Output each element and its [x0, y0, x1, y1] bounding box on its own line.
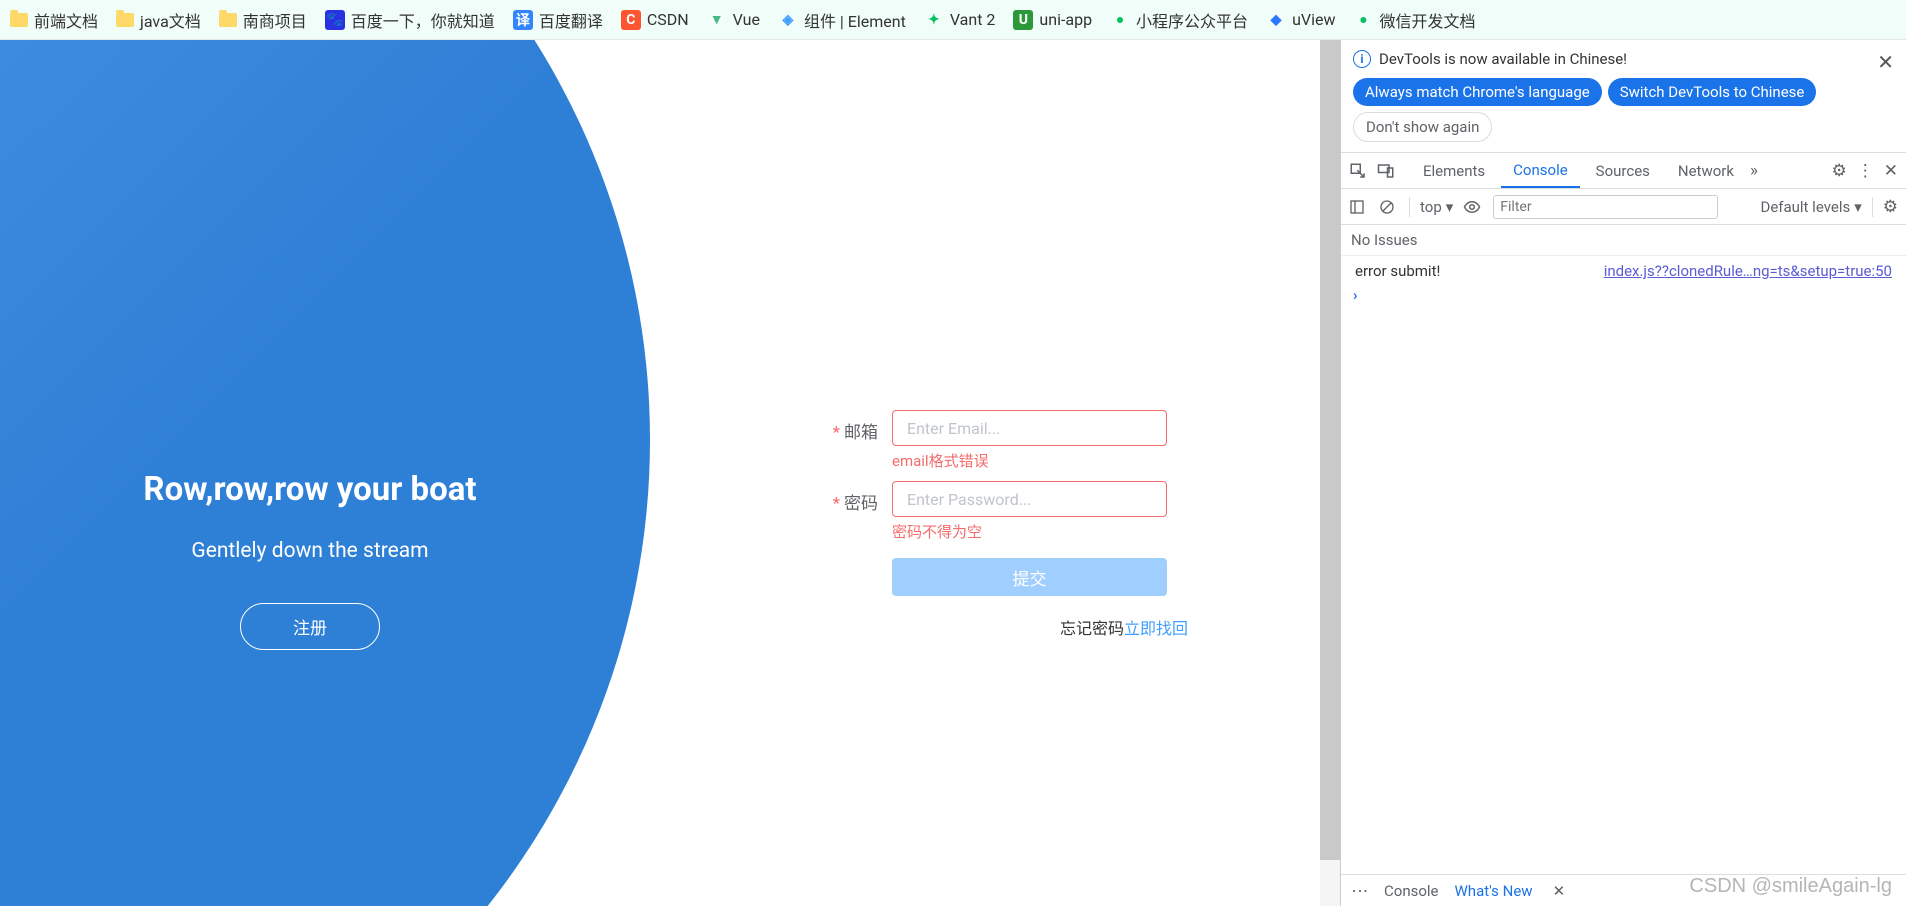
bookmark-csdn[interactable]: C CSDN [621, 10, 689, 30]
bookmark-label: 组件 | Element [804, 8, 906, 32]
dont-show-button[interactable]: Don't show again [1353, 112, 1492, 142]
element-icon: ◈ [778, 10, 798, 30]
submit-button[interactable]: 提交 [892, 558, 1167, 596]
forgot-password-row: 忘记密码立即找回 [1060, 615, 1188, 639]
bookmark-label: java文档 [140, 8, 201, 32]
uniapp-icon: U [1013, 10, 1033, 30]
info-icon: i [1353, 50, 1371, 68]
context-selector[interactable]: top▾ [1420, 198, 1453, 216]
bookmark-label: Vant 2 [950, 10, 996, 29]
scrollbar-thumb[interactable] [1320, 40, 1340, 860]
filter-input[interactable] [1493, 195, 1718, 219]
bookmark-vant[interactable]: ✦ Vant 2 [924, 10, 996, 30]
password-label: *密码 [820, 481, 892, 514]
folder-icon [219, 13, 237, 27]
console-prompt[interactable]: › [1341, 282, 1906, 308]
bookmark-label: uni-app [1039, 10, 1092, 29]
bookmark-java[interactable]: java文档 [116, 8, 201, 32]
kebab-icon[interactable]: ⋮ [1857, 161, 1874, 181]
bookmark-uniapp[interactable]: Uuni-app [1013, 10, 1092, 30]
bookmark-wechat-doc[interactable]: ● 微信开发文档 [1353, 8, 1475, 32]
bookmark-label: uView [1292, 10, 1335, 29]
devtools-tabs: Elements Console Sources Network » ⚙ ⋮ ✕ [1341, 153, 1906, 189]
wechat-icon: ● [1110, 10, 1130, 30]
bookmark-label: 微信开发文档 [1379, 8, 1475, 32]
hero-subtitle: Gentlely down the stream [0, 539, 620, 563]
password-error: 密码不得为空 [892, 521, 1190, 542]
tab-console[interactable]: Console [1501, 153, 1580, 188]
email-error: email格式错误 [892, 450, 1190, 471]
bookmark-label: 百度一下，你就知道 [351, 8, 495, 32]
drawer-tab-whatsnew[interactable]: What's New [1455, 882, 1533, 900]
bookmark-label: 前端文档 [34, 8, 98, 32]
csdn-icon: C [621, 10, 641, 30]
clear-console-icon[interactable] [1379, 199, 1399, 215]
bookmark-baidu[interactable]: 🐾 百度一下，你就知道 [325, 8, 495, 32]
login-form: *邮箱 email格式错误 *密码 密码不得为空 提交 [820, 410, 1190, 600]
tab-sources[interactable]: Sources [1584, 153, 1662, 188]
email-label: *邮箱 [820, 410, 892, 443]
inspect-icon[interactable] [1349, 162, 1369, 180]
left-panel: Row,row,row your boat Gentlely down the … [0, 40, 660, 906]
bookmark-bar: 前端文档 java文档 南商项目 🐾百度一下，你就知道 译百度翻译 CCSDN … [0, 0, 1906, 40]
recover-link[interactable]: 立即找回 [1124, 619, 1188, 638]
bookmark-nanshang[interactable]: 南商项目 [219, 8, 307, 32]
log-levels-selector[interactable]: Default levels▾ [1760, 198, 1861, 216]
bookmark-element[interactable]: ◈ 组件 | Element [778, 8, 906, 32]
settings-icon[interactable]: ⚙ [1832, 161, 1847, 181]
bookmark-label: Vue [733, 10, 760, 29]
vue-icon: ▼ [707, 10, 727, 30]
bookmark-vue[interactable]: ▼ Vue [707, 10, 760, 30]
bookmark-label: 南商项目 [243, 8, 307, 32]
tab-elements[interactable]: Elements [1411, 153, 1497, 188]
password-input[interactable] [892, 481, 1167, 517]
banner-text: DevTools is now available in Chinese! [1379, 50, 1627, 68]
close-devtools-icon[interactable]: ✕ [1884, 161, 1898, 181]
always-match-button[interactable]: Always match Chrome's language [1353, 78, 1602, 106]
baidu-icon: 🐾 [325, 10, 345, 30]
bookmark-label: 小程序公众平台 [1136, 8, 1248, 32]
log-entry: error submit! index.js??clonedRule…ng=ts… [1341, 260, 1906, 282]
drawer-tab-console[interactable]: Console [1384, 882, 1439, 900]
drawer-close-icon[interactable]: ✕ [1553, 882, 1566, 900]
folder-icon [116, 13, 134, 27]
tab-network[interactable]: Network [1666, 153, 1746, 188]
bookmark-wechat-mp[interactable]: ● 小程序公众平台 [1110, 8, 1248, 32]
sidebar-toggle-icon[interactable] [1349, 199, 1369, 215]
close-icon[interactable]: ✕ [1877, 50, 1894, 74]
register-button[interactable]: 注册 [240, 603, 380, 650]
bookmark-frontend[interactable]: 前端文档 [10, 8, 98, 32]
console-toolbar: top▾ Default levels▾ ⚙ [1341, 189, 1906, 225]
bookmark-translate[interactable]: 译百度翻译 [513, 8, 603, 32]
forgot-text: 忘记密码 [1060, 619, 1124, 638]
devtools-language-banner: i DevTools is now available in Chinese! … [1341, 40, 1906, 153]
log-message: error submit! [1355, 262, 1604, 280]
wechat-icon: ● [1353, 10, 1373, 30]
translate-icon: 译 [513, 10, 533, 30]
folder-icon [10, 13, 28, 27]
devtools-panel: i DevTools is now available in Chinese! … [1340, 40, 1906, 906]
switch-chinese-button[interactable]: Switch DevTools to Chinese [1608, 78, 1817, 106]
live-expression-icon[interactable] [1463, 198, 1483, 216]
vant-icon: ✦ [924, 10, 944, 30]
issues-row[interactable]: No Issues [1341, 225, 1906, 256]
vertical-scrollbar[interactable] [1320, 40, 1340, 906]
more-tabs-icon[interactable]: » [1750, 161, 1758, 181]
uview-icon: ◆ [1266, 10, 1286, 30]
bookmark-uview[interactable]: ◆ uView [1266, 10, 1335, 30]
log-source-link[interactable]: index.js??clonedRule…ng=ts&setup=true:50 [1604, 262, 1892, 280]
bookmark-label: 百度翻译 [539, 8, 603, 32]
hero-title: Row,row,row your boat [0, 470, 620, 509]
device-toggle-icon[interactable] [1377, 162, 1397, 180]
drawer-menu-icon[interactable]: ⋮ [1350, 882, 1370, 899]
console-output: error submit! index.js??clonedRule…ng=ts… [1341, 256, 1906, 874]
bookmark-label: CSDN [647, 10, 689, 29]
watermark: CSDN @smileAgain-lg [1689, 875, 1892, 898]
email-input[interactable] [892, 410, 1167, 446]
console-settings-icon[interactable]: ⚙ [1883, 197, 1898, 217]
page-content: Row,row,row your boat Gentlely down the … [0, 40, 1320, 906]
